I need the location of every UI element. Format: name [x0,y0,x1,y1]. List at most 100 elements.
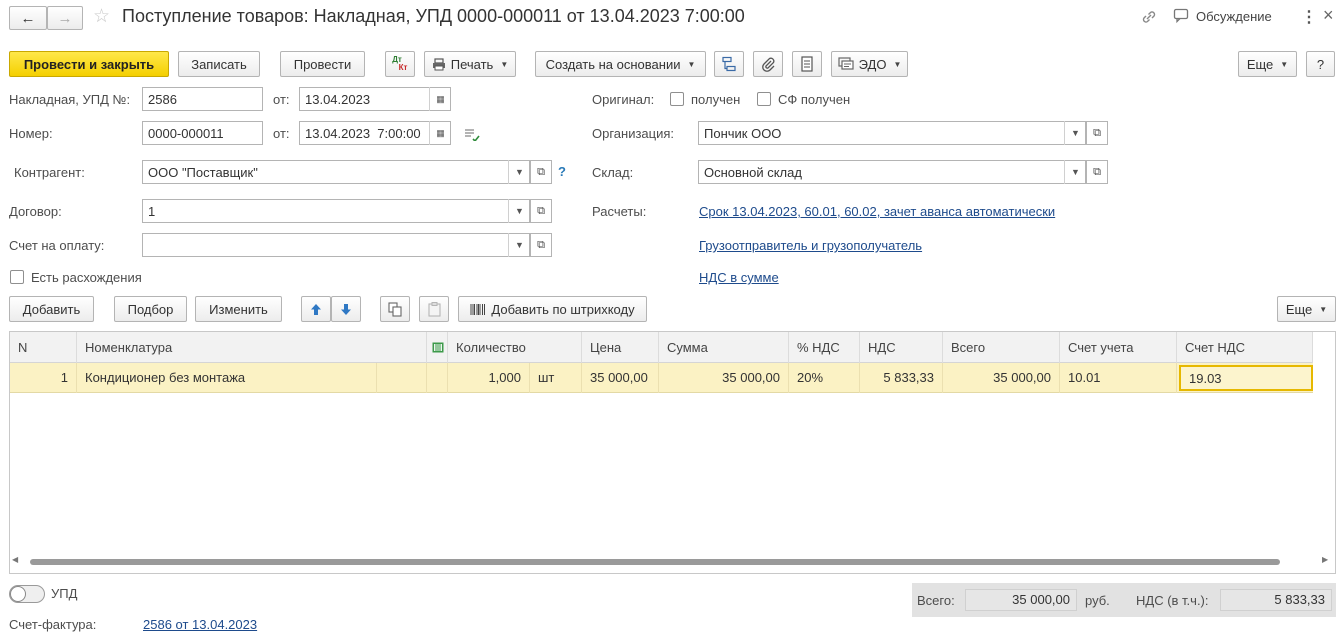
print-label: Печать [450,56,494,72]
received-checkbox[interactable] [670,92,684,106]
table-more-button[interactable]: Еще ▼ [1277,296,1336,322]
open-counterparty-button[interactable]: ⧉ [530,160,552,184]
calendar-icon[interactable]: ▦ [429,121,451,145]
row-unit[interactable]: шт [530,363,582,393]
horizontal-scrollbar[interactable]: ◀ ▶ [10,555,1335,567]
upd-toggle[interactable] [9,585,45,603]
row-sum[interactable]: 35 000,00 [659,363,789,393]
row-item-extra[interactable] [377,363,427,393]
vat-in-sum-link[interactable]: НДС в сумме [699,270,779,285]
help-button[interactable]: ? [1306,51,1335,77]
chevron-down-icon[interactable]: ▼ [508,199,530,223]
column-header-vat-rate[interactable]: % НДС [789,332,860,363]
change-button[interactable]: Изменить [195,296,282,322]
open-organization-button[interactable]: ⧉ [1086,121,1108,145]
invoice-number-field[interactable]: 2586 [142,87,263,111]
table-row[interactable]: 1 Кондиционер без монтажа 1,000 шт 35 00… [10,363,1313,393]
warehouse-field[interactable]: Основной склад ▼ [698,160,1086,184]
open-warehouse-button[interactable]: ⧉ [1086,160,1108,184]
print-button[interactable]: Печать ▼ [424,51,516,77]
settlements-link[interactable]: Срок 13.04.2023, 60.01, 60.02, зачет ава… [699,204,1055,219]
arrow-down-icon [340,303,352,316]
column-header-n[interactable]: N [10,332,77,363]
payment-account-field[interactable]: ▼ [142,233,530,257]
chevron-down-icon[interactable]: ▼ [1064,121,1086,145]
chevron-down-icon[interactable]: ▼ [508,233,530,257]
calendar-icon[interactable]: ▦ [429,87,451,111]
sf-received-checkbox[interactable] [757,92,771,106]
scroll-left-icon[interactable]: ◀ [12,555,18,564]
post-button[interactable]: Провести [280,51,365,77]
goods-table[interactable]: N Номенклатура Количество Цена Сумма % Н… [9,331,1336,574]
counterparty-field[interactable]: ООО "Поставщик" ▼ [142,160,530,184]
discussion-label: Обсуждение [1196,8,1272,24]
add-row-button[interactable]: Добавить [9,296,94,322]
column-header-item[interactable]: Номенклатура [77,332,427,363]
dt-kt-button[interactable]: Дт Кт [385,51,415,77]
forward-button[interactable]: → [47,6,83,30]
move-up-button[interactable] [301,296,331,322]
row-quantity[interactable]: 1,000 [448,363,530,393]
total-label: Всего: [917,593,955,608]
edo-icon [838,57,854,71]
chevron-down-icon[interactable]: ▼ [508,160,530,184]
more-vert-icon[interactable]: ⋮ [1301,7,1317,27]
page-title: Поступление товаров: Накладная, УПД 0000… [122,6,745,26]
selection-button[interactable]: Подбор [114,296,187,322]
edit-number-icon[interactable] [464,127,480,141]
move-down-button[interactable] [331,296,361,322]
back-button[interactable]: ← [9,6,47,30]
scroll-right-icon[interactable]: ▶ [1322,555,1328,564]
chevron-down-icon[interactable]: ▼ [1064,160,1086,184]
journal-button[interactable] [792,51,822,77]
column-header-quantity[interactable]: Количество [448,332,582,363]
printer-icon [432,57,446,71]
arrow-right-icon: → [57,9,73,27]
column-header-vat-account[interactable]: Счет НДС [1177,332,1313,363]
create-based-on-label: Создать на основании [545,56,681,72]
contract-field[interactable]: 1 ▼ [142,199,530,223]
document-date-field[interactable]: 13.04.2023 7:00:00 ▦ [299,121,451,145]
favorite-star-icon[interactable]: ☆ [93,5,110,28]
discussion-button[interactable]: Обсуждение [1173,8,1272,24]
link-icon[interactable] [1140,8,1158,26]
invoice-date-field[interactable]: 13.04.2023 ▦ [299,87,451,111]
edo-button[interactable]: ЭДО ▼ [831,51,908,77]
column-header-barcode[interactable] [427,332,448,363]
column-header-account[interactable]: Счет учета [1060,332,1177,363]
column-header-total[interactable]: Всего [943,332,1060,363]
counterparty-help-icon[interactable]: ? [558,164,566,179]
row-number: 1 [10,363,77,393]
sf-invoice-link[interactable]: 2586 от 13.04.2023 [143,617,257,632]
arrow-left-icon: ← [20,9,36,27]
attach-button[interactable] [753,51,783,77]
paste-rows-button[interactable] [419,296,449,322]
row-item[interactable]: Кондиционер без монтажа [77,363,377,393]
row-account[interactable]: 10.01 [1060,363,1177,393]
organization-field[interactable]: Пончик ООО ▼ [698,121,1086,145]
open-payment-account-button[interactable]: ⧉ [530,233,552,257]
column-header-sum[interactable]: Сумма [659,332,789,363]
row-total[interactable]: 35 000,00 [943,363,1060,393]
structure-button[interactable] [714,51,744,77]
invoice-date-label: от: [273,92,290,107]
discrepancies-checkbox[interactable] [10,270,24,284]
create-based-on-button[interactable]: Создать на основании ▼ [535,51,706,77]
row-vat-rate[interactable]: 20% [789,363,860,393]
document-number-field[interactable]: 0000-000011 [142,121,263,145]
add-by-barcode-button[interactable]: Добавить по штрихкоду [458,296,647,322]
invoice-date-value: 13.04.2023 [305,91,371,107]
copy-rows-button[interactable] [380,296,410,322]
open-contract-button[interactable]: ⧉ [530,199,552,223]
save-button[interactable]: Записать [178,51,260,77]
post-and-close-button[interactable]: Провести и закрыть [9,51,169,77]
more-button[interactable]: Еще ▼ [1238,51,1297,77]
row-price[interactable]: 35 000,00 [582,363,659,393]
shipper-consignee-link[interactable]: Грузоотправитель и грузополучатель [699,238,922,253]
close-icon[interactable]: × [1323,5,1334,26]
column-header-price[interactable]: Цена [582,332,659,363]
scrollbar-thumb[interactable] [30,559,1280,565]
row-vat-account[interactable]: 19.03 [1179,365,1313,391]
column-header-vat[interactable]: НДС [860,332,943,363]
row-vat[interactable]: 5 833,33 [860,363,943,393]
